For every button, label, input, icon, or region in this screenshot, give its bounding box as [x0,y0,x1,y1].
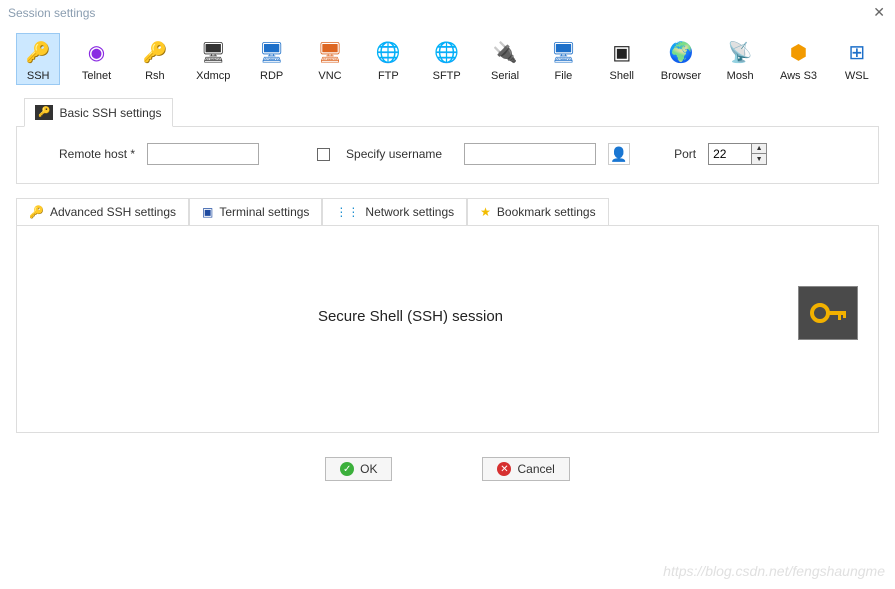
spinner-up-icon[interactable]: ▲ [752,144,766,154]
session-type-label: Rsh [145,70,165,82]
specify-username-checkbox[interactable] [317,148,330,161]
session-type-label: Shell [610,70,634,82]
key-icon: 🔑 [35,105,53,120]
session-key-icon [798,286,858,340]
basic-ssh-panel: Remote host * Specify username 👤 Port ▲ … [16,126,879,184]
vnc-icon: 🖥 [316,38,344,66]
dialog-buttons: ✓ OK ✕ Cancel [0,449,895,487]
session-type-wsl[interactable]: ⊞ WSL [835,33,879,85]
session-type-telnet[interactable]: ◉ Telnet [74,33,118,85]
net-tab-icon: ⋮⋮ [335,205,359,219]
cancel-label: Cancel [517,462,554,476]
watermark-text: https://blog.csdn.net/fengshaungme [663,563,885,579]
session-type-label: SSH [27,70,50,82]
session-type-sftp[interactable]: 🌐 SFTP [425,33,469,85]
session-type-xdmcp[interactable]: 🖥 Xdmcp [191,33,235,85]
spinner-down-icon[interactable]: ▼ [752,154,766,164]
port-spinner[interactable]: ▲ ▼ [752,143,767,165]
aws-icon: ⬢ [784,38,812,66]
mosh-icon: 📡 [726,38,754,66]
session-type-ssh[interactable]: 🔑 SSH [16,33,60,85]
tab-term[interactable]: ▣ Terminal settings [189,198,322,226]
remote-host-label: Remote host * [59,147,135,161]
session-type-label: RDP [260,70,283,82]
tab-basic-ssh[interactable]: 🔑 Basic SSH settings [24,98,173,127]
session-type-label: Browser [661,70,701,82]
session-type-label: WSL [845,70,869,82]
term-tab-icon: ▣ [202,205,213,219]
port-label: Port [674,147,696,161]
tab-label: Bookmark settings [497,205,596,219]
ok-button[interactable]: ✓ OK [325,457,392,481]
session-type-aws[interactable]: ⬢ Aws S3 [776,33,820,85]
file-icon: 🖥 [549,38,577,66]
session-type-label: SFTP [433,70,461,82]
session-type-label: Aws S3 [780,70,817,82]
rdp-icon: 🖥 [258,38,286,66]
ok-label: OK [360,462,377,476]
session-description: Secure Shell (SSH) session [318,308,503,325]
session-type-list: 🔑 SSH ◉ Telnet 🔑 Rsh 🖥 Xdmcp 🖥 RDP 🖥 VNC 🌐 FTP 🌐 SFTP 🔌 S… [0,27,895,99]
session-type-label: Mosh [727,70,754,82]
cancel-icon: ✕ [497,462,511,476]
telnet-icon: ◉ [83,38,111,66]
tab-label: Basic SSH settings [59,106,161,120]
specify-username-label: Specify username [346,147,442,161]
session-type-ftp[interactable]: 🌐 FTP [366,33,410,85]
bm-tab-icon: ★ [480,205,491,219]
session-type-label: FTP [378,70,399,82]
rsh-icon: 🔑 [141,38,169,66]
session-type-shell[interactable]: ▣ Shell [600,33,644,85]
adv-tab-icon: 🔑 [29,205,44,219]
tab-bm[interactable]: ★ Bookmark settings [467,198,608,226]
session-type-label: Serial [491,70,519,82]
cancel-button[interactable]: ✕ Cancel [482,457,569,481]
tab-label: Advanced SSH settings [50,205,176,219]
sftp-icon: 🌐 [433,38,461,66]
session-type-rsh[interactable]: 🔑 Rsh [133,33,177,85]
session-type-label: Xdmcp [196,70,230,82]
session-type-label: VNC [318,70,341,82]
session-type-file[interactable]: 🖥 File [541,33,585,85]
ssh-icon: 🔑 [24,38,52,66]
port-input[interactable] [708,143,752,165]
session-type-vnc[interactable]: 🖥 VNC [308,33,352,85]
ftp-icon: 🌐 [374,38,402,66]
window-title: Session settings [8,6,95,20]
session-detail-panel: Secure Shell (SSH) session [16,225,879,433]
xdmcp-icon: 🖥 [199,38,227,66]
tab-label: Network settings [365,205,454,219]
session-type-label: File [555,70,573,82]
username-input[interactable] [464,143,596,165]
serial-icon: 🔌 [491,38,519,66]
user-picker-icon[interactable]: 👤 [608,143,630,165]
session-type-mosh[interactable]: 📡 Mosh [718,33,762,85]
close-icon[interactable]: ✕ [873,4,885,21]
remote-host-input[interactable] [147,143,259,165]
browser-icon: 🌍 [667,38,695,66]
shell-icon: ▣ [608,38,636,66]
session-type-label: Telnet [82,70,111,82]
tab-label: Terminal settings [219,205,309,219]
ok-icon: ✓ [340,462,354,476]
tab-adv[interactable]: 🔑 Advanced SSH settings [16,198,189,226]
session-type-browser[interactable]: 🌍 Browser [658,33,704,85]
tab-net[interactable]: ⋮⋮ Network settings [322,198,467,226]
session-type-serial[interactable]: 🔌 Serial [483,33,527,85]
detail-tabs: 🔑 Advanced SSH settings ▣ Terminal settings… [16,198,879,226]
wsl-icon: ⊞ [843,38,871,66]
session-type-rdp[interactable]: 🖥 RDP [249,33,293,85]
